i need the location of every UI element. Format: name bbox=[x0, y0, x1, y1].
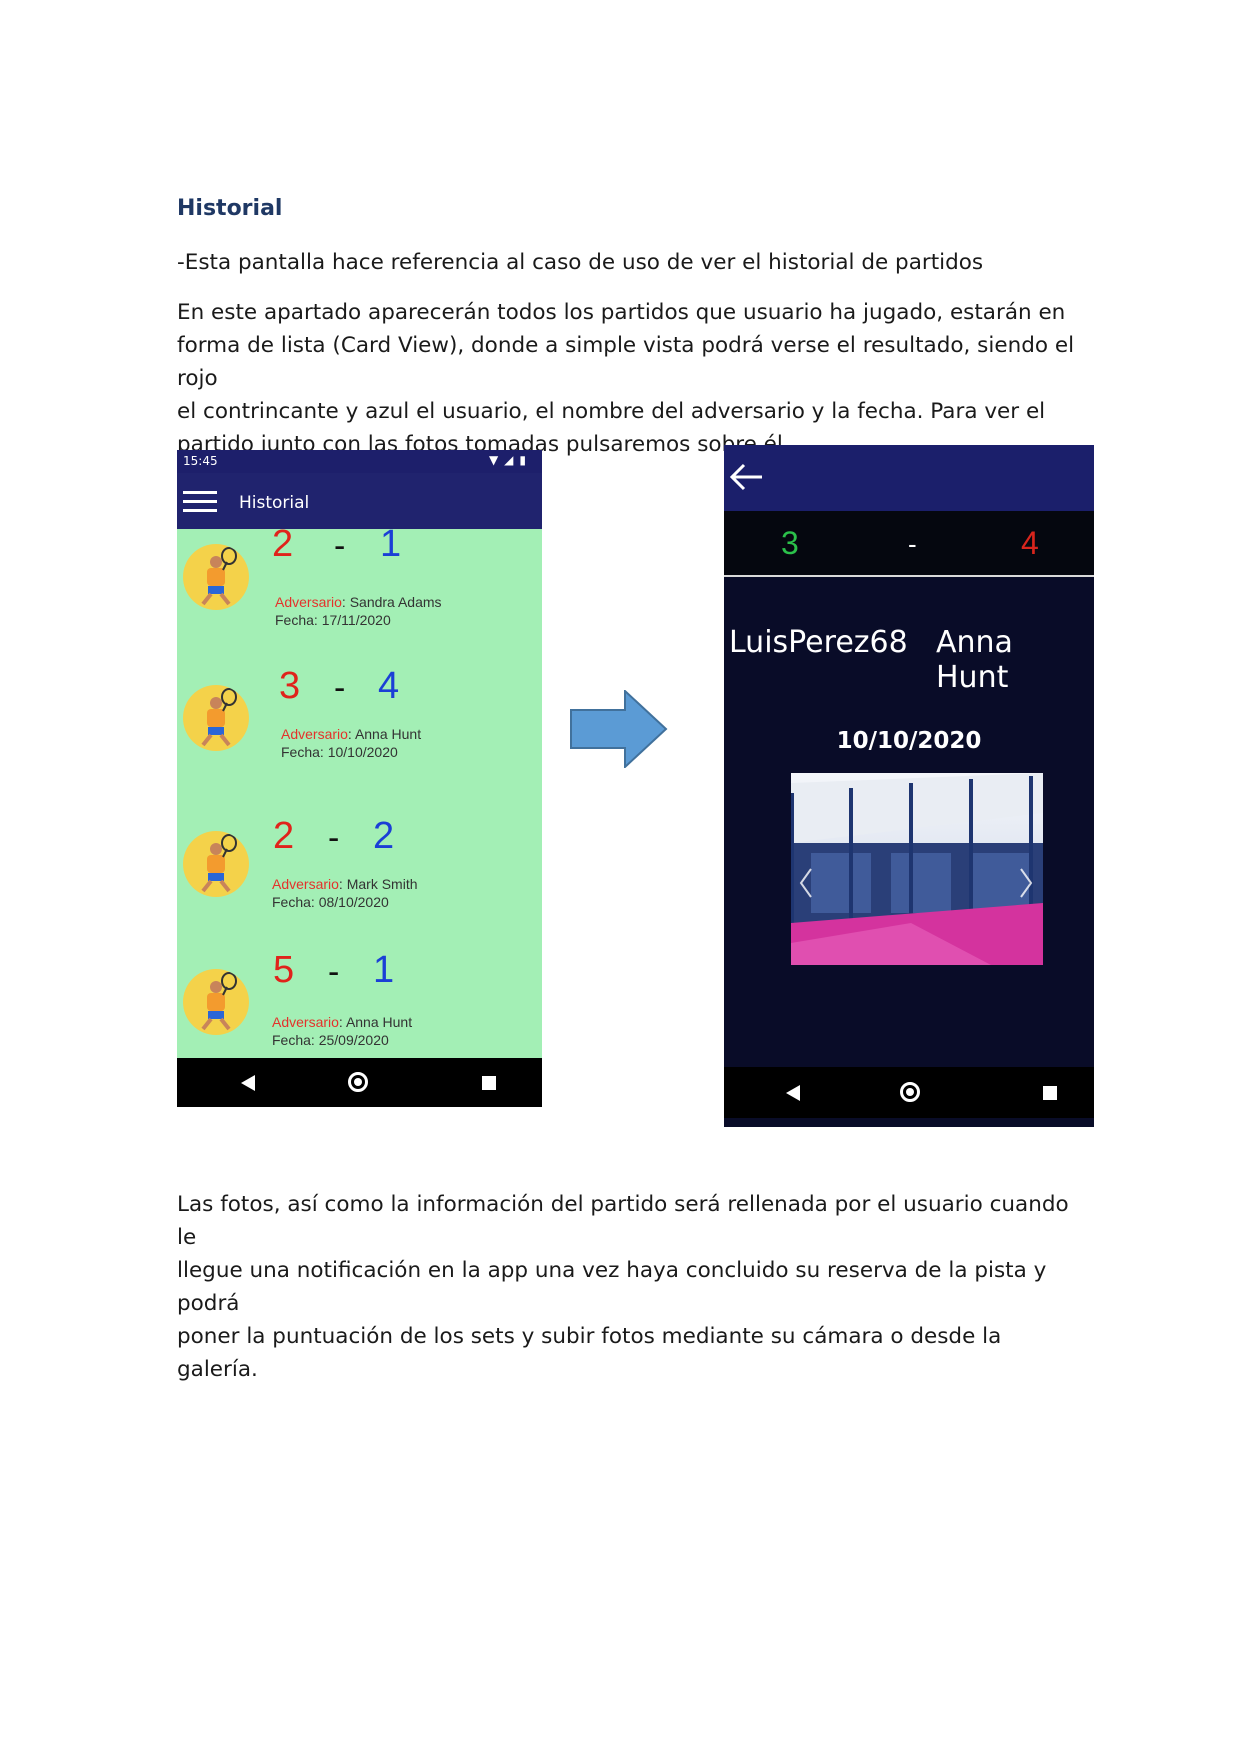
opponent-player-name: Anna Hunt bbox=[936, 625, 1013, 695]
match-list: 2 - 1 Adversario: Sandra Adams Fecha: 17… bbox=[177, 523, 542, 1058]
adversary-name: Anna Hunt bbox=[345, 1014, 413, 1030]
match-date: 08/10/2020 bbox=[318, 894, 389, 910]
circle-home-icon[interactable] bbox=[348, 1072, 368, 1092]
section-heading: Historial bbox=[177, 196, 283, 221]
score-separator: - bbox=[334, 527, 346, 565]
triangle-back-icon[interactable] bbox=[786, 1085, 800, 1101]
user-score: 3 bbox=[781, 525, 799, 561]
opponent-score: 2 bbox=[272, 523, 294, 565]
match-detail-screen: 3 - 4 LuisPerez68 Anna Hunt 10/10/2020 bbox=[724, 445, 1094, 1127]
match-info: Adversario: Mark Smith Fecha: 08/10/2020 bbox=[272, 875, 418, 911]
paragraph-line: forma de lista (Card View), donde a simp… bbox=[177, 333, 1075, 391]
triangle-back-icon[interactable] bbox=[241, 1075, 255, 1091]
adversary-label: Adversario bbox=[272, 1014, 339, 1030]
intro-line: -Esta pantalla hace referencia al caso d… bbox=[177, 250, 984, 275]
history-screen: 15:45 ▼◢▮ Historial 2 - 1 Adversario: Sa… bbox=[177, 450, 542, 1107]
user-score: 1 bbox=[380, 523, 402, 565]
opponent-score: 4 bbox=[1021, 525, 1039, 561]
adversary-name: Mark Smith bbox=[346, 876, 418, 892]
paragraph-line: el contrincante y azul el usuario, el no… bbox=[177, 399, 1046, 424]
status-icons: ▼◢▮ bbox=[488, 453, 532, 467]
match-date: 10/10/2020 bbox=[327, 744, 398, 760]
tennis-player-avatar bbox=[183, 969, 249, 1035]
match-info: Adversario: Anna Hunt Fecha: 10/10/2020 bbox=[281, 725, 421, 761]
user-player-name: LuisPerez68 bbox=[729, 625, 908, 660]
date-label: Fecha: bbox=[275, 612, 322, 628]
adversary-name: Sandra Adams bbox=[349, 594, 442, 610]
tennis-player-avatar bbox=[183, 544, 249, 610]
adversary-name: Anna Hunt bbox=[354, 726, 422, 742]
app-bar bbox=[724, 445, 1094, 511]
tennis-player-avatar bbox=[183, 831, 249, 897]
opponent-score: 2 bbox=[273, 815, 295, 857]
match-card[interactable]: 2 - 2 Adversario: Mark Smith Fecha: 08/1… bbox=[177, 815, 542, 935]
back-arrow-icon[interactable] bbox=[726, 457, 766, 497]
right-arrow-icon bbox=[570, 690, 668, 768]
paragraph-line: llegue una notificación en la app una ve… bbox=[177, 1258, 1047, 1316]
separator: : bbox=[338, 876, 347, 892]
status-bar: 15:45 ▼◢▮ bbox=[177, 450, 542, 473]
match-card[interactable]: 3 - 4 Adversario: Anna Hunt Fecha: 10/10… bbox=[177, 665, 542, 791]
adversary-label: Adversario bbox=[275, 594, 342, 610]
description-paragraph: En este apartado aparecerán todos los pa… bbox=[177, 296, 1077, 461]
circle-home-icon[interactable] bbox=[900, 1082, 920, 1102]
separator: : bbox=[341, 594, 350, 610]
square-recents-icon[interactable] bbox=[1043, 1086, 1057, 1100]
score-bar: 3 - 4 bbox=[724, 511, 1094, 577]
user-score: 1 bbox=[373, 949, 395, 991]
tennis-player-avatar bbox=[183, 685, 249, 751]
match-date: 17/11/2020 bbox=[321, 612, 391, 628]
status-time: 15:45 bbox=[183, 454, 218, 468]
date-label: Fecha: bbox=[272, 894, 319, 910]
separator: : bbox=[338, 1014, 346, 1030]
app-bar: Historial bbox=[177, 473, 542, 529]
match-info: Adversario: Sandra Adams Fecha: 17/11/20… bbox=[275, 593, 442, 629]
separator: : bbox=[347, 726, 355, 742]
system-nav-bar bbox=[724, 1067, 1094, 1127]
opponent-score: 3 bbox=[279, 665, 301, 707]
score-separator: - bbox=[908, 529, 917, 559]
closing-paragraph: Las fotos, así como la información del p… bbox=[177, 1188, 1077, 1386]
paragraph-line: En este apartado aparecerán todos los pa… bbox=[177, 300, 1066, 325]
paragraph-line: poner la puntuación de los sets y subir … bbox=[177, 1324, 1002, 1382]
user-score: 4 bbox=[378, 665, 400, 707]
adversary-label: Adversario bbox=[281, 726, 348, 742]
hamburger-icon[interactable] bbox=[183, 491, 217, 513]
score-separator: - bbox=[328, 953, 340, 991]
user-score: 2 bbox=[373, 815, 395, 857]
opponent-score: 5 bbox=[273, 949, 295, 991]
match-card[interactable]: 2 - 1 Adversario: Sandra Adams Fecha: 17… bbox=[177, 523, 542, 649]
score-separator: - bbox=[328, 819, 340, 857]
paragraph-line: Las fotos, así como la información del p… bbox=[177, 1192, 1069, 1250]
match-date: 10/10/2020 bbox=[836, 728, 982, 754]
match-card[interactable]: 5 - 1 Adversario: Anna Hunt Fecha: 25/09… bbox=[177, 949, 542, 1069]
screen-title: Historial bbox=[239, 493, 310, 513]
match-photo-carousel[interactable] bbox=[791, 773, 1043, 965]
match-info: Adversario: Anna Hunt Fecha: 25/09/2020 bbox=[272, 1013, 412, 1049]
date-label: Fecha: bbox=[281, 744, 328, 760]
date-label: Fecha: bbox=[272, 1032, 319, 1048]
adversary-label: Adversario bbox=[272, 876, 339, 892]
square-recents-icon[interactable] bbox=[482, 1076, 496, 1090]
system-nav-bar bbox=[177, 1058, 542, 1107]
match-date: 25/09/2020 bbox=[318, 1032, 389, 1048]
score-separator: - bbox=[334, 669, 346, 707]
